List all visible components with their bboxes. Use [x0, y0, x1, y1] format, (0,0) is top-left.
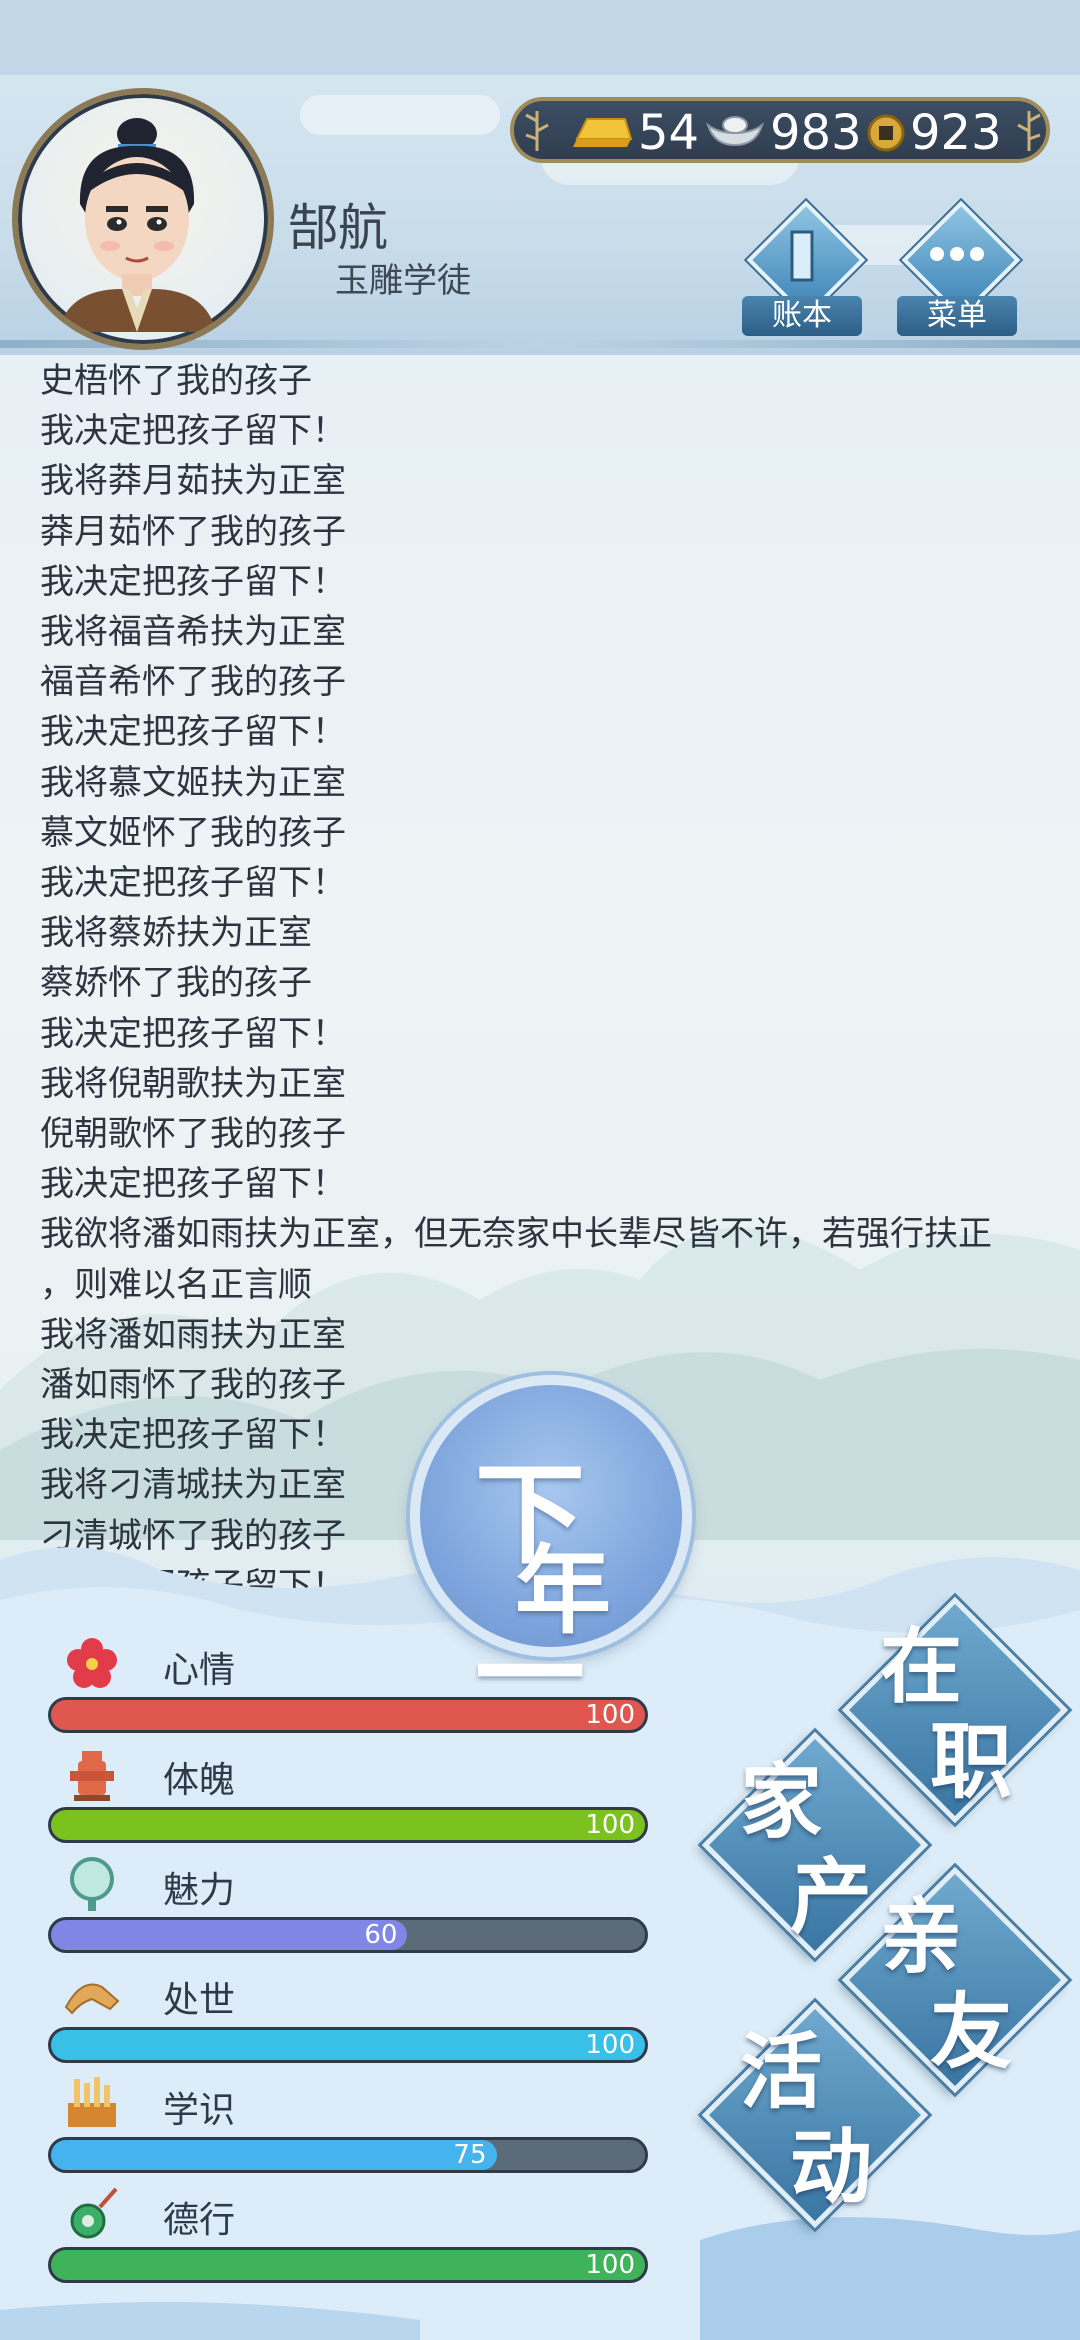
- next-year-button[interactable]: 下一 年: [410, 1375, 692, 1739]
- log-line: 莽月茹怀了我的孩子: [40, 511, 346, 552]
- log-line: ，则难以名正言顺: [40, 1264, 312, 1305]
- log-line: 我决定把孩子留下！: [40, 1164, 346, 1205]
- log-line: 慕文姬怀了我的孩子: [40, 812, 346, 853]
- stat-bar: 60: [48, 1917, 648, 1953]
- player-name: 郜航: [288, 199, 388, 257]
- gold-bar-icon: [573, 118, 633, 147]
- player-rank: 玉雕学徒: [335, 261, 471, 301]
- stat-value: 100: [585, 1810, 635, 1840]
- stat-value: 60: [364, 1920, 398, 1950]
- ledger-book-icon: [790, 230, 814, 282]
- log-line: 我决定把孩子留下！: [40, 1013, 346, 1054]
- hands-icon: [62, 1963, 122, 2023]
- job-label-2: 职: [930, 1714, 1013, 1810]
- log-line: 我决定把孩子留下！: [40, 863, 346, 904]
- activity-button[interactable]: 活 动: [701, 2001, 929, 2229]
- next-year-label-2: 年: [515, 1534, 611, 1647]
- currency-bar: 54 983 923: [510, 97, 1050, 163]
- stat-label: 心情: [163, 1650, 236, 1691]
- flower-icon: [62, 1633, 122, 1693]
- stat-label: 学识: [163, 2090, 236, 2131]
- stat-value: 100: [585, 2030, 635, 2060]
- coin-count: 923: [910, 105, 1002, 161]
- stat-value: 75: [453, 2140, 487, 2170]
- stat-bar: 100: [48, 1807, 648, 1843]
- bamboo-icon: [525, 111, 549, 151]
- menu-button[interactable]: 菜单: [897, 200, 1021, 338]
- mirror-icon: [62, 1853, 122, 1913]
- books-icon: [62, 2073, 122, 2133]
- log-line: 福音希怀了我的孩子: [40, 662, 346, 703]
- stat-value: 100: [585, 2250, 635, 2280]
- stat-label: 处世: [163, 1980, 236, 2021]
- silver-count: 983: [770, 105, 862, 161]
- status-bar: [0, 0, 1080, 75]
- player-avatar[interactable]: [12, 88, 274, 350]
- ledger-label: 账本: [742, 296, 862, 336]
- friends-label-2: 友: [930, 1984, 1013, 2080]
- log-line: 我将潘如雨扶为正室: [40, 1314, 346, 1355]
- stat-bar-fill: [51, 2250, 645, 2280]
- stat-bar-fill: [51, 2030, 645, 2060]
- log-line: 我将倪朝歌扶为正室: [40, 1063, 346, 1104]
- log-line: 倪朝歌怀了我的孩子: [40, 1114, 346, 1155]
- stat-bar-fill: [51, 1920, 408, 1950]
- log-line: 我将福音希扶为正室: [40, 612, 346, 653]
- ledger-button[interactable]: 账本: [742, 200, 866, 338]
- stat-bar: 75: [48, 2137, 648, 2173]
- stat-label: 魅力: [163, 1870, 236, 1911]
- hydrant-icon: [62, 1743, 122, 1803]
- stat-bar-fill: [51, 1810, 645, 1840]
- stat-bar-fill: [51, 2140, 497, 2170]
- log-line: 我决定把孩子留下！: [40, 411, 346, 452]
- stat-label: 德行: [163, 2200, 236, 2241]
- stat-bar: 100: [48, 2247, 648, 2283]
- log-line: 我欲将潘如雨扶为正室，但无奈家中长辈尽皆不许，若强行扶正: [40, 1214, 992, 1255]
- log-line: 我决定把孩子留下！: [40, 561, 346, 602]
- stat-value: 100: [585, 1700, 635, 1730]
- stat-bar: 100: [48, 1697, 648, 1733]
- stat-bar-fill: [51, 1700, 645, 1730]
- stat-bar: 100: [48, 2027, 648, 2063]
- copper-coin-icon: [867, 114, 905, 152]
- log-line: 我将莽月茹扶为正室: [40, 461, 346, 502]
- gold-count: 54: [638, 105, 700, 161]
- jade-icon: [62, 2183, 122, 2243]
- menu-label: 菜单: [897, 296, 1017, 336]
- silver-ingot-icon: [706, 116, 764, 147]
- log-line: 我将慕文姬扶为正室: [40, 762, 346, 803]
- bamboo-icon: [1017, 111, 1041, 151]
- activity-label-2: 动: [790, 2119, 873, 2215]
- log-line: 我决定把孩子留下！: [40, 712, 346, 753]
- stat-label: 体魄: [163, 1760, 236, 1801]
- more-dots-icon: [930, 247, 984, 261]
- log-line: 我将蔡娇扶为正室: [40, 913, 312, 954]
- log-line: 史梧怀了我的孩子: [40, 361, 312, 401]
- character-portrait-icon: [58, 118, 216, 332]
- log-line: 蔡娇怀了我的孩子: [40, 963, 312, 1004]
